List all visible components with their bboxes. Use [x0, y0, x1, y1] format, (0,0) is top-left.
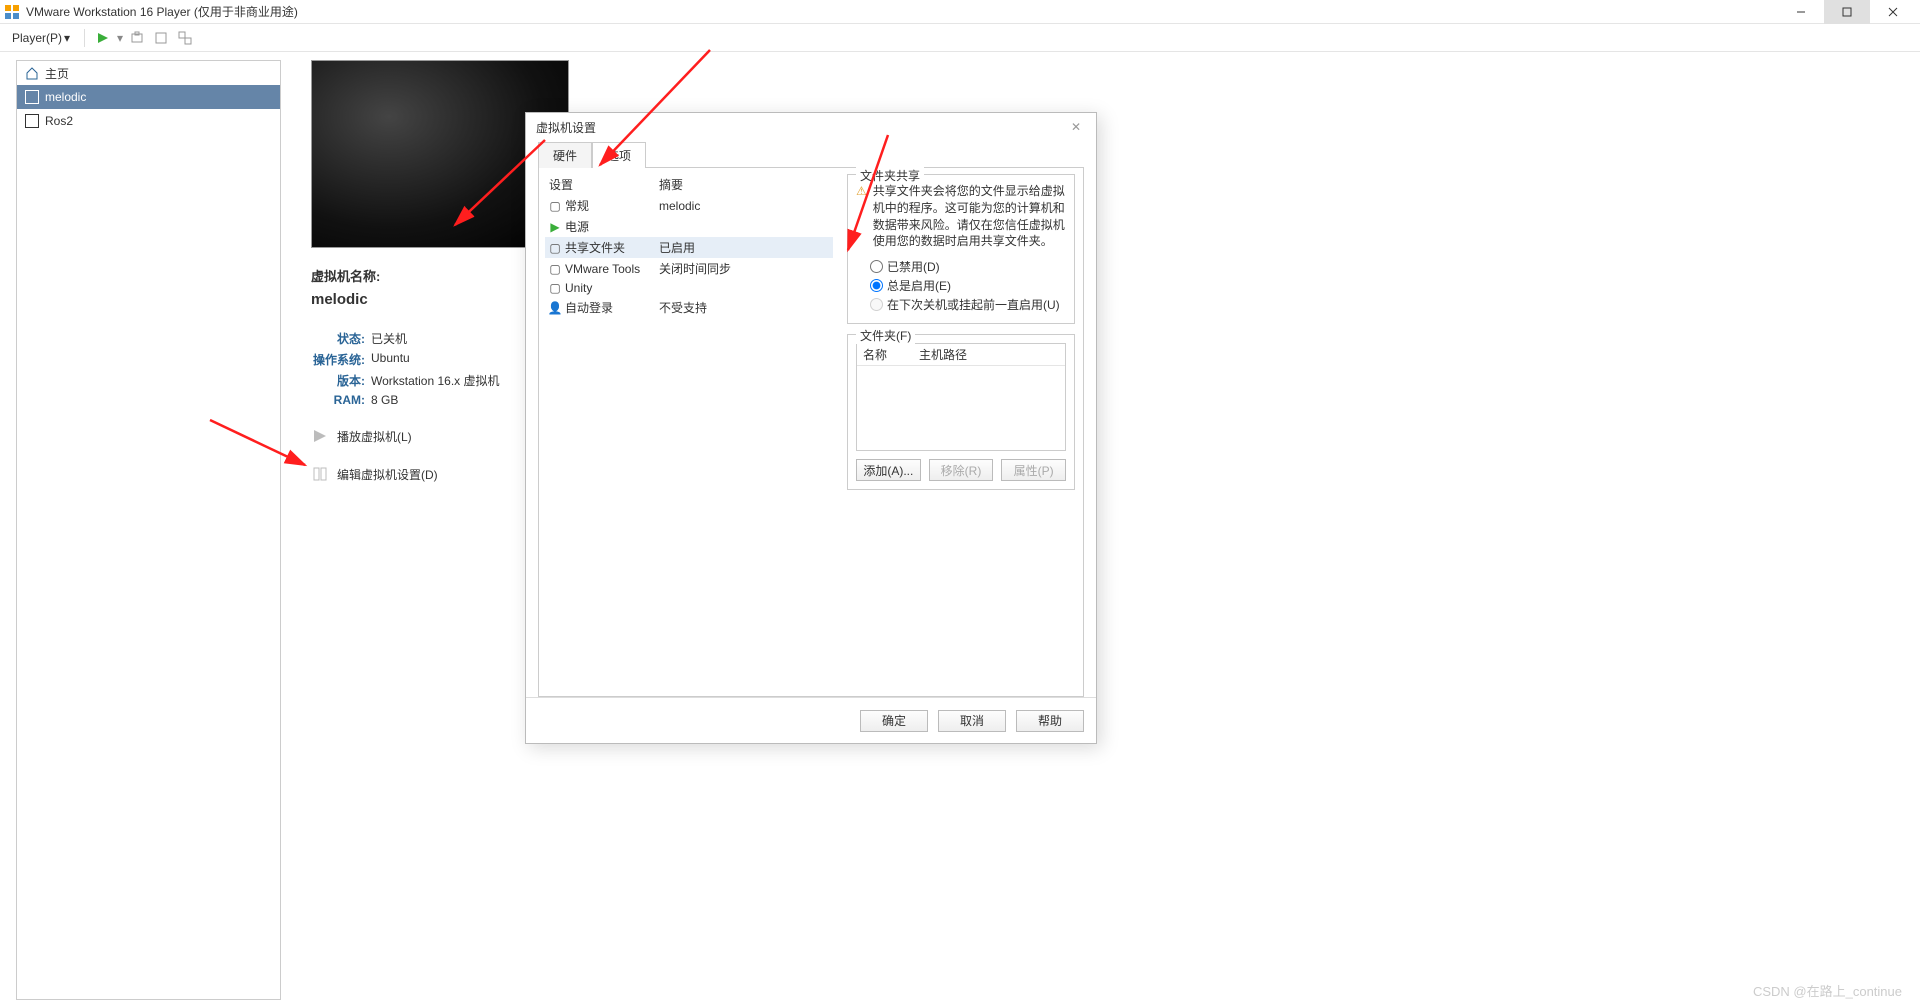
folder-sharing-group: 文件夹共享 ⚠ 共享文件夹会将您的文件显示给虚拟机中的程序。这可能为您的计算机和…: [847, 174, 1075, 324]
ram-key: RAM:: [311, 393, 365, 407]
sidebar-item-label: melodic: [45, 90, 86, 104]
folder-sharing-title: 文件夹共享: [856, 167, 924, 184]
chevron-down-icon[interactable]: ▾: [117, 31, 123, 45]
titlebar: VMware Workstation 16 Player (仅用于非商业用途): [0, 0, 1920, 24]
dialog-tabs: 硬件 选项: [538, 141, 1084, 167]
unity-icon[interactable]: [175, 28, 195, 48]
col-folder-name: 名称: [863, 346, 919, 363]
unity-icon: ▢: [549, 282, 561, 294]
toolbar-separator: [84, 29, 85, 47]
help-button[interactable]: 帮助: [1016, 710, 1084, 732]
autologin-icon: 👤: [549, 302, 561, 314]
folders-title: 文件夹(F): [856, 327, 915, 344]
options-list: 设置 摘要 ▢常规 melodic ▶电源 ▢共享文件夹 已启用 ▢VMware…: [539, 168, 839, 696]
play-icon[interactable]: [93, 28, 113, 48]
chevron-down-icon: ▾: [64, 31, 70, 45]
os-value: Ubuntu: [371, 351, 410, 368]
dialog-close-button[interactable]: ✕: [1066, 117, 1086, 137]
maximize-button[interactable]: [1824, 0, 1870, 24]
dialog-footer: 确定 取消 帮助: [526, 697, 1096, 743]
option-row-general[interactable]: ▢常规 melodic: [545, 195, 833, 216]
edit-vm-label: 编辑虚拟机设置(D): [337, 466, 438, 483]
option-row-autologin[interactable]: 👤自动登录 不受支持: [545, 297, 833, 318]
player-menu-label: Player(P): [12, 31, 62, 45]
remove-folder-button: 移除(R): [929, 459, 994, 481]
col-host-path: 主机路径: [919, 346, 967, 363]
radio-until-poweroff: 在下次关机或挂起前一直启用(U): [870, 296, 1066, 313]
ram-value: 8 GB: [371, 393, 398, 407]
option-row-shared-folders[interactable]: ▢共享文件夹 已启用: [545, 237, 833, 258]
play-icon: [311, 427, 329, 445]
tab-hardware[interactable]: 硬件: [538, 142, 592, 168]
option-row-vmware-tools[interactable]: ▢VMware Tools 关闭时间同步: [545, 258, 833, 279]
option-row-power[interactable]: ▶电源: [545, 216, 833, 237]
version-key: 版本:: [311, 372, 365, 389]
settings-icon: [311, 465, 329, 483]
vm-icon: [25, 90, 39, 104]
ok-button[interactable]: 确定: [860, 710, 928, 732]
close-button[interactable]: [1870, 0, 1916, 24]
col-summary: 摘要: [659, 176, 683, 193]
sidebar-item-label: Ros2: [45, 114, 73, 128]
warning-icon: ⚠: [856, 183, 867, 250]
dialog-title: 虚拟机设置: [536, 119, 596, 136]
os-key: 操作系统:: [311, 351, 365, 368]
play-vm-label: 播放虚拟机(L): [337, 428, 412, 445]
status-value: 已关机: [371, 330, 407, 347]
sidebar-item-melodic[interactable]: melodic: [17, 85, 280, 109]
radio-disabled[interactable]: 已禁用(D): [870, 258, 1066, 275]
sidebar-home-label: 主页: [45, 65, 69, 82]
fullscreen-icon[interactable]: [151, 28, 171, 48]
toolbar: Player(P) ▾ ▾: [0, 24, 1920, 52]
radio-always-enabled[interactable]: 总是启用(E): [870, 277, 1066, 294]
minimize-button[interactable]: [1778, 0, 1824, 24]
home-icon: [25, 66, 39, 80]
options-detail: 文件夹共享 ⚠ 共享文件夹会将您的文件显示给虚拟机中的程序。这可能为您的计算机和…: [839, 168, 1083, 696]
vm-icon: [25, 114, 39, 128]
tools-icon: ▢: [549, 263, 561, 275]
vm-library-sidebar: 主页 melodic Ros2: [16, 60, 281, 1000]
add-folder-button[interactable]: 添加(A)...: [856, 459, 921, 481]
version-value: Workstation 16.x 虚拟机: [371, 372, 500, 389]
folder-icon: ▢: [549, 242, 561, 254]
power-icon: ▶: [549, 221, 561, 233]
player-menu[interactable]: Player(P) ▾: [6, 29, 76, 47]
vm-settings-dialog: 虚拟机设置 ✕ 硬件 选项 设置 摘要 ▢常规 melodic ▶电源: [525, 112, 1097, 744]
status-key: 状态:: [311, 330, 365, 347]
window-controls: [1778, 0, 1916, 24]
sidebar-item-ros2[interactable]: Ros2: [17, 109, 280, 133]
watermark: CSDN @在路上_continue: [1753, 981, 1902, 1000]
col-setting: 设置: [549, 176, 659, 193]
snapshot-icon[interactable]: [127, 28, 147, 48]
tab-options[interactable]: 选项: [592, 142, 646, 168]
folders-group: 文件夹(F) 名称 主机路径 添加(A)... 移除(R) 属性(P): [847, 334, 1075, 490]
folder-properties-button: 属性(P): [1001, 459, 1066, 481]
sidebar-item-home[interactable]: 主页: [17, 61, 280, 85]
vmware-logo-icon: [4, 4, 20, 20]
sharing-warning-text: 共享文件夹会将您的文件显示给虚拟机中的程序。这可能为您的计算机和数据带来风险。请…: [873, 183, 1066, 250]
option-row-unity[interactable]: ▢Unity: [545, 279, 833, 297]
cancel-button[interactable]: 取消: [938, 710, 1006, 732]
dialog-titlebar: 虚拟机设置 ✕: [526, 113, 1096, 141]
window-title: VMware Workstation 16 Player (仅用于非商业用途): [26, 3, 1778, 20]
folders-listbox[interactable]: 名称 主机路径: [856, 343, 1066, 451]
general-icon: ▢: [549, 200, 561, 212]
